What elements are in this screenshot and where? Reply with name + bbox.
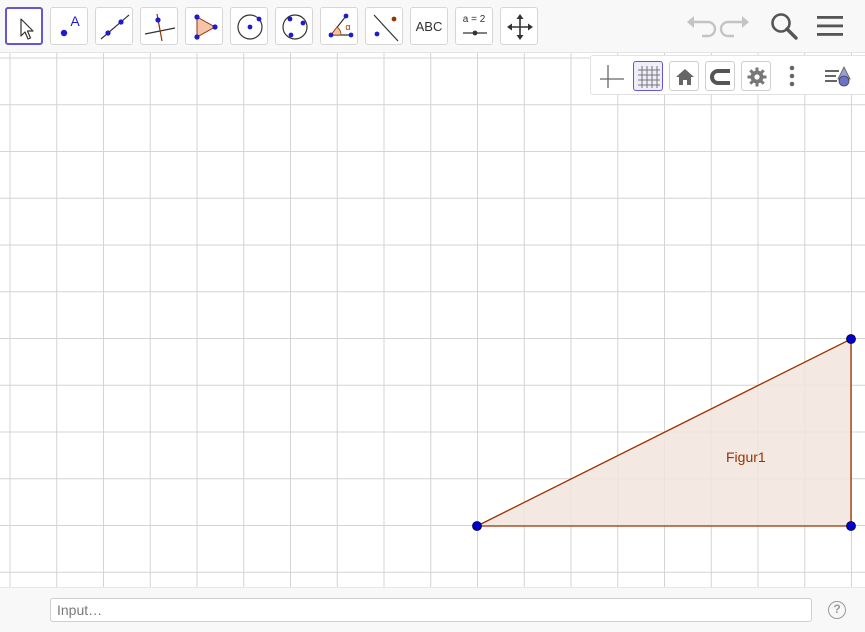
show-grid-icon bbox=[638, 66, 660, 88]
reflect-about-line-icon bbox=[373, 14, 399, 42]
polygon-label: Figur1 bbox=[726, 449, 766, 465]
toolbar: A α ABC a = 2 bbox=[0, 0, 865, 53]
more-options-button[interactable] bbox=[777, 61, 807, 91]
line-icon bbox=[100, 14, 130, 40]
tool-angle[interactable]: α bbox=[320, 7, 358, 45]
tool-point[interactable]: A bbox=[50, 7, 88, 45]
point-tool-label: A bbox=[70, 13, 80, 29]
input-bar: ? bbox=[0, 587, 865, 632]
tool-reflect[interactable] bbox=[365, 7, 403, 45]
search-icon bbox=[771, 13, 798, 40]
style-bar bbox=[590, 55, 865, 95]
show-grid-button[interactable] bbox=[633, 61, 663, 91]
tool-perpendicular[interactable] bbox=[140, 7, 178, 45]
toggle-style-bar-button[interactable] bbox=[823, 61, 853, 91]
graphics-view[interactable]: Figur1 bbox=[0, 53, 865, 587]
home-icon bbox=[676, 69, 694, 85]
circle-three-points-icon bbox=[282, 14, 308, 40]
settings-icon bbox=[747, 67, 767, 87]
text-icon: ABC bbox=[415, 19, 443, 34]
move-graphics-view-icon bbox=[507, 14, 533, 40]
search-button[interactable] bbox=[766, 8, 802, 44]
polygon-icon bbox=[194, 14, 218, 40]
point-capturing-button[interactable] bbox=[705, 61, 735, 91]
tool-move[interactable] bbox=[5, 7, 43, 45]
show-axes-icon bbox=[600, 65, 624, 88]
undo-icon bbox=[687, 16, 717, 38]
vertex-point[interactable] bbox=[846, 521, 856, 531]
more-vert-icon bbox=[789, 65, 795, 87]
perpendicular-line-icon bbox=[144, 13, 176, 42]
redo-icon bbox=[719, 16, 749, 38]
settings-button[interactable] bbox=[741, 61, 771, 91]
undo-button[interactable] bbox=[682, 8, 718, 44]
move-pointer-icon bbox=[20, 18, 34, 40]
tool-circle[interactable] bbox=[230, 7, 268, 45]
point-capturing-icon bbox=[710, 69, 730, 85]
tool-polygon[interactable] bbox=[185, 7, 223, 45]
home-button[interactable] bbox=[669, 61, 699, 91]
menu-button[interactable] bbox=[813, 8, 849, 44]
help-icon[interactable]: ? bbox=[828, 601, 846, 619]
redo-button[interactable] bbox=[718, 8, 754, 44]
circle-center-point-icon bbox=[237, 14, 263, 40]
tool-conic[interactable] bbox=[275, 7, 313, 45]
graphics-canvas[interactable]: Figur1 bbox=[0, 53, 865, 587]
tool-text[interactable]: ABC bbox=[410, 7, 448, 45]
vertex-point[interactable] bbox=[472, 521, 482, 531]
menu-icon bbox=[817, 16, 843, 36]
slider-icon bbox=[463, 30, 487, 36]
show-axes-button[interactable] bbox=[597, 61, 627, 91]
angle-tool-label: α bbox=[345, 22, 351, 32]
tool-slider[interactable]: a = 2 bbox=[455, 7, 493, 45]
vertex-point[interactable] bbox=[846, 334, 856, 344]
tool-line[interactable] bbox=[95, 7, 133, 45]
toggle-style-bar-icon bbox=[825, 66, 851, 87]
algebra-input-field[interactable] bbox=[50, 598, 812, 622]
tool-move-view[interactable] bbox=[500, 7, 538, 45]
